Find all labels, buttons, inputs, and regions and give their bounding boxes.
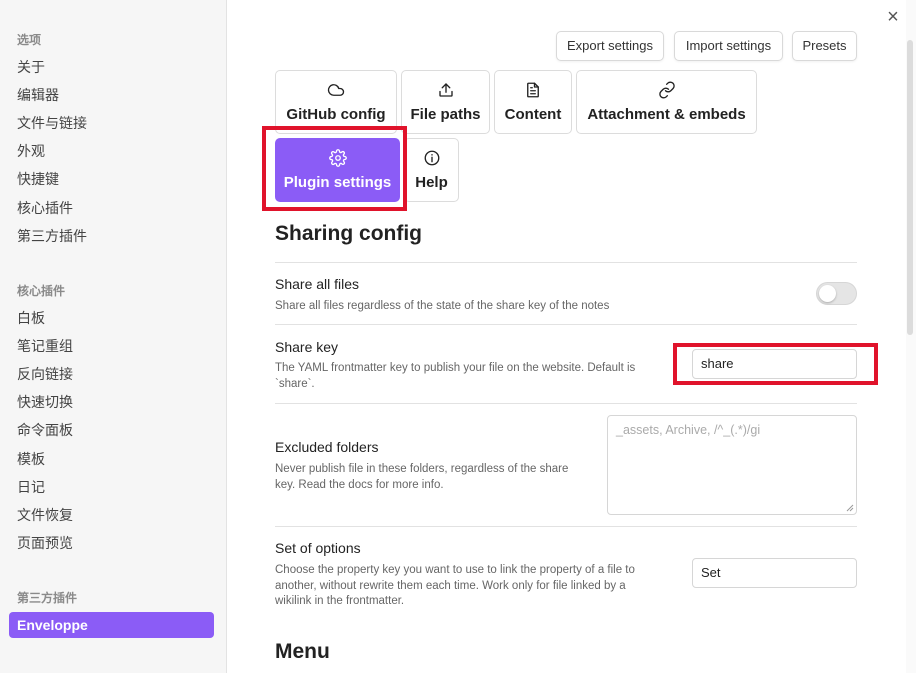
upload-icon xyxy=(402,81,489,101)
divider xyxy=(275,526,857,527)
tab-label: Content xyxy=(504,106,562,123)
divider xyxy=(275,262,857,263)
sidebar-group-options: 选项 xyxy=(17,33,42,47)
excluded-folders-textarea[interactable]: _assets, Archive, /^_(.*)/gi xyxy=(607,415,857,515)
textarea-placeholder: _assets, Archive, /^_(.*)/gi xyxy=(616,423,761,437)
tab-attachment-embeds[interactable]: Attachment & embeds xyxy=(576,70,757,134)
sidebar-group-third-party: 第三方插件 xyxy=(17,591,78,605)
sidebar-item-templates[interactable]: 模板 xyxy=(17,450,45,468)
setting-desc-excluded-2: key. Read the docs for more info. xyxy=(275,479,444,491)
setting-name-set-options: Set of options xyxy=(275,540,361,556)
tab-label: File paths xyxy=(410,106,481,123)
setting-desc-set-options-1: Choose the property key you want to use … xyxy=(275,564,635,576)
sidebar-group-core: 核心插件 xyxy=(17,284,66,298)
cloud-icon xyxy=(276,81,396,101)
link-icon xyxy=(577,81,756,101)
sidebar-item-enveloppe[interactable]: Enveloppe xyxy=(9,612,214,638)
setting-name-excluded: Excluded folders xyxy=(275,439,379,455)
close-icon[interactable]: × xyxy=(884,7,902,27)
tab-help[interactable]: Help xyxy=(404,138,459,202)
menu-title: Menu xyxy=(275,640,330,663)
setting-desc-set-options-2: another, without rewrite them each time.… xyxy=(275,580,626,592)
sidebar-item-canvas[interactable]: 白板 xyxy=(17,309,45,327)
export-settings-button[interactable]: Export settings xyxy=(556,31,664,61)
setting-name-share-all: Share all files xyxy=(275,276,360,292)
document-icon xyxy=(495,81,571,101)
setting-name-share-key: Share key xyxy=(275,339,339,355)
sidebar-item-command-palette[interactable]: 命令面板 xyxy=(17,421,73,439)
divider xyxy=(275,403,857,404)
setting-desc-set-options-3: wikilink in the frontmatter. xyxy=(275,595,405,607)
section-title: Sharing config xyxy=(275,222,422,245)
tab-github-config[interactable]: GitHub config xyxy=(275,70,397,134)
sidebar-item-core-plugins[interactable]: 核心插件 xyxy=(17,199,73,217)
tab-label: Help xyxy=(415,174,448,191)
tab-label: Attachment & embeds xyxy=(587,106,746,123)
sidebar-item-file-recovery[interactable]: 文件恢复 xyxy=(17,506,73,524)
tab-content[interactable]: Content xyxy=(494,70,572,134)
sidebar-item-hotkeys[interactable]: 快捷键 xyxy=(17,170,59,188)
resize-handle-icon[interactable] xyxy=(846,504,854,512)
setting-desc-share-all: Share all files regardless of the state … xyxy=(275,300,610,312)
setting-desc-share-key-2: `share`. xyxy=(275,378,315,390)
sidebar-item-editor[interactable]: 编辑器 xyxy=(17,86,59,104)
toggle-knob xyxy=(819,285,836,302)
sidebar-item-backlinks[interactable]: 反向链接 xyxy=(17,365,73,383)
import-settings-button[interactable]: Import settings xyxy=(674,31,783,61)
sidebar-item-files-links[interactable]: 文件与链接 xyxy=(17,114,87,132)
info-icon xyxy=(405,149,458,169)
scrollbar-thumb[interactable] xyxy=(907,40,913,335)
presets-button[interactable]: Presets xyxy=(792,31,857,61)
settings-sidebar: 选项 关于 编辑器 文件与链接 外观 快捷键 核心插件 第三方插件 核心插件 白… xyxy=(0,0,227,673)
share-all-toggle[interactable] xyxy=(816,282,857,305)
tab-file-paths[interactable]: File paths xyxy=(401,70,490,134)
set-options-input[interactable]: Set xyxy=(692,558,857,588)
sidebar-item-daily-notes[interactable]: 日记 xyxy=(17,478,45,496)
setting-desc-excluded-1: Never publish file in these folders, reg… xyxy=(275,463,569,475)
sidebar-item-page-preview[interactable]: 页面预览 xyxy=(17,534,73,552)
share-key-input[interactable]: share xyxy=(692,349,857,379)
tab-label: GitHub config xyxy=(286,106,386,123)
sidebar-item-quick-switcher[interactable]: 快速切换 xyxy=(17,393,73,411)
sidebar-item-about[interactable]: 关于 xyxy=(17,58,45,76)
highlight-plugin-settings xyxy=(262,126,407,211)
sidebar-item-note-composer[interactable]: 笔记重组 xyxy=(17,337,73,355)
divider xyxy=(275,324,857,325)
sidebar-item-appearance[interactable]: 外观 xyxy=(17,142,45,160)
sidebar-item-community-plugins[interactable]: 第三方插件 xyxy=(17,227,87,245)
setting-desc-share-key-1: The YAML frontmatter key to publish your… xyxy=(275,362,636,374)
